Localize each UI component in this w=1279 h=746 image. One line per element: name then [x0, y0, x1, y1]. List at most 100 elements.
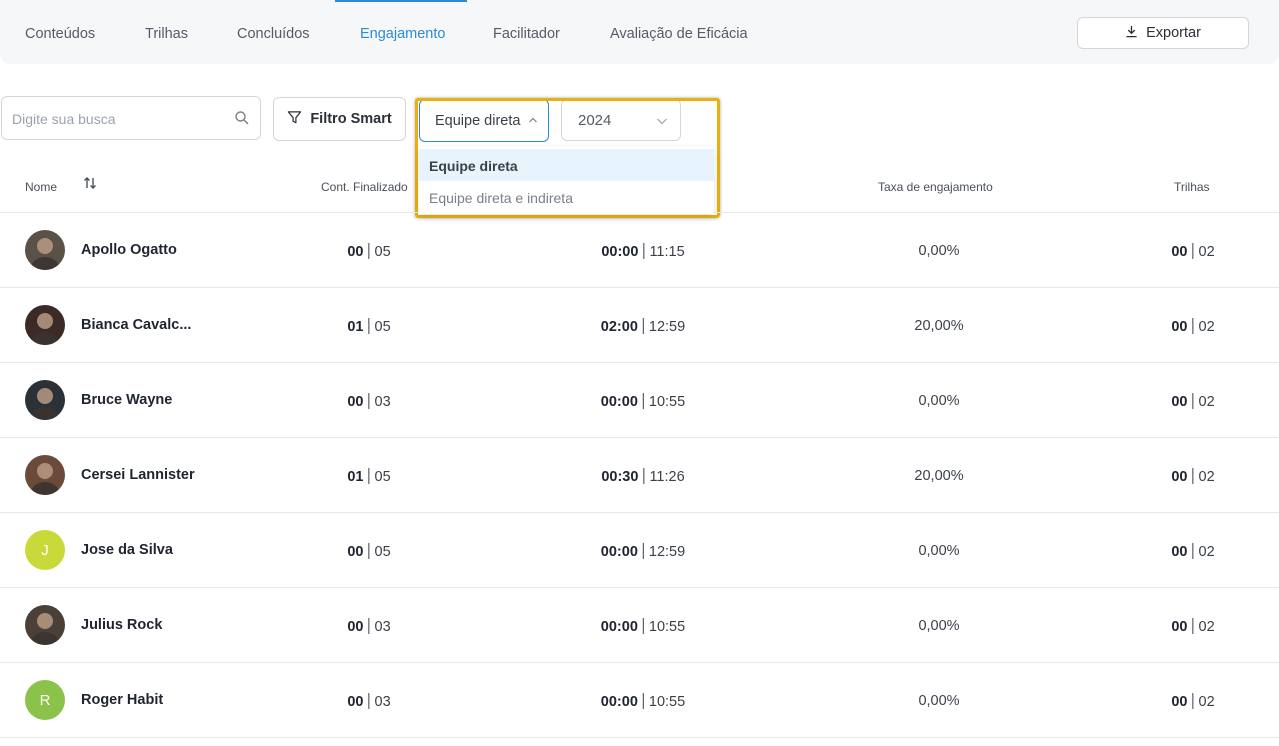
- trails-cell-done: 00: [1171, 394, 1188, 410]
- content-finished-cell-done: 00: [347, 394, 364, 410]
- search-icon[interactable]: [234, 110, 250, 126]
- table-row[interactable]: Bianca Cavalc... 01 05 02:00 12:59 20,00% 00 02: [0, 288, 1279, 363]
- time-cell-done: 00:00: [600, 694, 638, 710]
- user-name[interactable]: Julius Rock: [81, 617, 162, 633]
- separator: [643, 243, 645, 259]
- content-finished-cell: 00 05: [347, 543, 391, 560]
- year-select-value: 2024: [578, 111, 612, 129]
- separator: [368, 243, 370, 259]
- content-finished-cell: 00 03: [347, 618, 391, 635]
- team-dropdown-menu: Equipe direta Equipe direta e indireta: [419, 147, 714, 214]
- user-name[interactable]: Bianca Cavalc...: [81, 317, 191, 333]
- separator: [1192, 243, 1194, 259]
- table-row[interactable]: R Roger Habit 00 03 00:00 10:55 0,00% 00 02: [0, 663, 1279, 738]
- export-button[interactable]: Exportar: [1077, 17, 1249, 49]
- trails-cell-done: 00: [1171, 694, 1188, 710]
- search-input[interactable]: [12, 108, 222, 130]
- time-cell-total: 12:59: [648, 319, 686, 335]
- avatar: J: [25, 530, 65, 570]
- content-finished-cell-done: 00: [347, 544, 364, 560]
- tab-facilitador[interactable]: Facilitador: [493, 0, 560, 64]
- content-finished-cell-total: 03: [374, 619, 391, 635]
- separator: [1192, 618, 1194, 634]
- column-header-name[interactable]: Nome: [25, 180, 57, 194]
- tab-concluidos[interactable]: Concluídos: [237, 0, 310, 64]
- tab-bar: Conteúdos Trilhas Concluídos Engajamento…: [0, 0, 1279, 64]
- content-finished-cell-total: 03: [374, 394, 391, 410]
- separator: [368, 468, 370, 484]
- time-cell: 00:00 10:55: [601, 393, 685, 410]
- engagement-rate-cell: 20,00%: [914, 468, 964, 484]
- column-header-content-finished[interactable]: Cont. Finalizado: [321, 180, 408, 194]
- trails-cell: 00 02: [1171, 693, 1215, 710]
- trails-cell: 00 02: [1171, 393, 1215, 410]
- content-finished-cell-done: 01: [347, 469, 364, 485]
- user-name[interactable]: Jose da Silva: [81, 542, 173, 558]
- engagement-rate-cell: 20,00%: [914, 318, 964, 334]
- time-cell: 02:00 12:59: [601, 318, 685, 335]
- trails-cell-total: 02: [1198, 319, 1215, 335]
- column-header-engagement-rate[interactable]: Taxa de engajamento: [878, 180, 993, 194]
- separator: [1192, 543, 1194, 559]
- time-cell-total: 10:55: [648, 394, 686, 410]
- separator: [643, 468, 645, 484]
- column-header-trails[interactable]: Trilhas: [1174, 180, 1210, 194]
- table-row[interactable]: Apollo Ogatto 00 05 00:00 11:15 0,00% 00 02: [0, 213, 1279, 288]
- trails-cell: 00 02: [1171, 618, 1215, 635]
- user-name[interactable]: Cersei Lannister: [81, 467, 195, 483]
- avatar: [25, 305, 65, 345]
- table-row[interactable]: Bruce Wayne 00 03 00:00 10:55 0,00% 00 02: [0, 363, 1279, 438]
- trails-cell: 00 02: [1171, 318, 1215, 335]
- time-cell-total: 10:55: [648, 694, 686, 710]
- time-cell-total: 11:15: [649, 244, 685, 260]
- time-cell-done: 02:00: [600, 319, 638, 335]
- smart-filter-button[interactable]: Filtro Smart: [273, 97, 406, 141]
- user-name[interactable]: Bruce Wayne: [81, 392, 172, 408]
- trails-cell-done: 00: [1171, 244, 1188, 260]
- sort-icon[interactable]: [83, 176, 97, 190]
- tab-avaliacao-eficacia[interactable]: Avaliação de Eficácia: [610, 0, 748, 64]
- separator: [368, 693, 370, 709]
- team-select[interactable]: Equipe direta: [419, 99, 549, 142]
- content-finished-cell-done: 00: [347, 619, 364, 635]
- trails-cell-done: 00: [1171, 319, 1188, 335]
- tab-trilhas[interactable]: Trilhas: [145, 0, 188, 64]
- engagement-rate-cell: 0,00%: [918, 618, 960, 634]
- engagement-rate-cell: 0,00%: [918, 393, 960, 409]
- search-box: [1, 96, 261, 140]
- year-select[interactable]: 2024: [561, 99, 681, 141]
- engagement-rate-cell: 0,00%: [918, 543, 960, 559]
- separator: [1192, 693, 1194, 709]
- tab-conteudos[interactable]: Conteúdos: [25, 0, 95, 64]
- trails-cell: 00 02: [1171, 468, 1215, 485]
- trails-cell-done: 00: [1171, 544, 1188, 560]
- option-equipe-direta[interactable]: Equipe direta: [419, 149, 714, 181]
- trails-cell-total: 02: [1198, 394, 1215, 410]
- avatar: [25, 605, 65, 645]
- user-name[interactable]: Roger Habit: [81, 692, 163, 708]
- option-equipe-direta-indireta[interactable]: Equipe direta e indireta: [419, 181, 714, 213]
- table-row[interactable]: J Jose da Silva 00 05 00:00 12:59 0,00% 00 02: [0, 513, 1279, 588]
- avatar: [25, 230, 65, 270]
- time-cell: 00:30 11:26: [601, 468, 685, 485]
- user-name[interactable]: Apollo Ogatto: [81, 242, 177, 258]
- trails-cell-total: 02: [1198, 694, 1215, 710]
- smart-filter-label: Filtro Smart: [310, 111, 392, 127]
- content-finished-cell-total: 05: [374, 319, 391, 335]
- content-finished-cell-done: 00: [347, 694, 364, 710]
- tab-engajamento[interactable]: Engajamento: [334, 0, 469, 64]
- team-select-value: Equipe direta: [435, 112, 521, 129]
- table-row[interactable]: Cersei Lannister 01 05 00:30 11:26 20,00% 00 02: [0, 438, 1279, 513]
- chevron-up-icon: [528, 113, 538, 129]
- content-finished-cell: 00 03: [347, 693, 391, 710]
- time-cell: 00:00 10:55: [601, 618, 685, 635]
- time-cell: 00:00 10:55: [601, 693, 685, 710]
- separator: [1192, 468, 1194, 484]
- content-finished-cell: 01 05: [347, 468, 391, 485]
- time-cell-done: 00:00: [600, 619, 638, 635]
- table-row[interactable]: Julius Rock 00 03 00:00 10:55 0,00% 00 02: [0, 588, 1279, 663]
- separator: [642, 543, 644, 559]
- time-cell-done: 00:00: [601, 244, 639, 260]
- time-cell: 00:00 12:59: [601, 543, 685, 560]
- separator: [368, 618, 370, 634]
